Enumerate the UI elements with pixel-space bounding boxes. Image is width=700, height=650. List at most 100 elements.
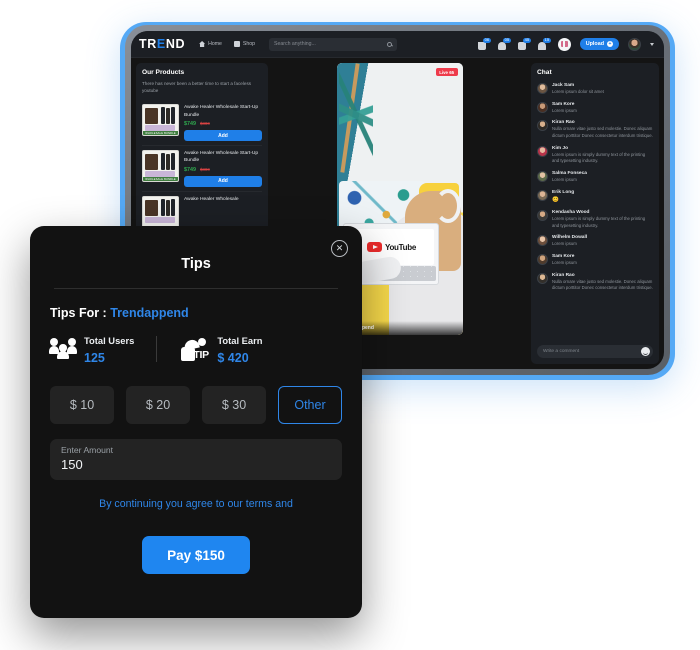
logo-text-before: TR	[139, 37, 157, 51]
enter-amount-value: 150	[61, 457, 83, 472]
tips-modal: ✕ Tips Tips For : Trendappend Total User…	[30, 226, 362, 618]
product-prices: $749 $800	[184, 121, 262, 127]
nav-item-home[interactable]: Home	[199, 41, 222, 47]
chat-message: Erik Long 😊	[537, 187, 653, 208]
nav-item-shop[interactable]: Shop	[233, 41, 255, 47]
gift-icon	[560, 41, 568, 47]
tip-icon-text: TIP	[193, 349, 209, 361]
product-card[interactable]: WHOLESALE BUNDLE Awake Healer Wholesale …	[142, 146, 262, 193]
comment-input[interactable]: Write a comment	[537, 345, 653, 358]
logo-text-accent: E	[156, 37, 166, 51]
products-panel-title: Our Products	[142, 69, 185, 76]
chat-panel: Chat Jack Sam Lorem ipsum dolor sit amet…	[531, 63, 659, 364]
tips-for-value[interactable]: Trendappend	[110, 306, 188, 320]
chat-text: Lorem ipsum is simply dummy text of the …	[552, 216, 646, 228]
favorites-badge: 05	[503, 37, 511, 43]
chat-author: Erik Long	[552, 189, 575, 195]
product-image: WHOLESALE BUNDLE	[142, 150, 179, 183]
chat-message: Kim Jo Lorem ipsum is simply dummy text …	[537, 143, 653, 168]
notifications-button[interactable]: 15	[537, 37, 551, 50]
chat-text: 😊	[552, 196, 559, 203]
chat-message-list[interactable]: Jack Sam Lorem ipsum dolor sit amet Sam …	[537, 80, 653, 345]
product-price-current: $749	[184, 166, 196, 173]
chat-author: Kendasha Wood	[552, 210, 590, 216]
stats-row: Total Users 125 TIP Total Earn $ 420	[49, 331, 342, 367]
comment-input-placeholder: Write a comment	[543, 349, 580, 354]
chat-panel-title: Chat	[537, 69, 552, 76]
chat-author: Kim Jo	[552, 145, 568, 151]
product-card[interactable]: WHOLESALE BUNDLE Awake Healer Wholesale …	[142, 100, 262, 147]
add-to-cart-button[interactable]: Add	[184, 129, 262, 142]
add-to-cart-button[interactable]: Add	[184, 175, 262, 188]
amount-option-other[interactable]: Other	[278, 386, 342, 424]
avatar	[537, 235, 548, 247]
chat-text: Lorem ipsum	[552, 241, 577, 247]
nav-item-home-label: Home	[208, 41, 222, 47]
stats-divider	[156, 336, 158, 362]
product-price-original: $800	[200, 120, 210, 126]
product-price-current: $749	[184, 120, 196, 127]
favorites-button[interactable]: 05	[497, 37, 511, 50]
enter-amount-field[interactable]: Enter Amount 150	[50, 439, 342, 480]
youtube-icon	[367, 241, 383, 253]
chat-text: Lorem ipsum	[552, 107, 577, 113]
shop-icon	[233, 41, 240, 47]
tip-hand-icon: TIP	[181, 337, 209, 361]
chat-author: Wilhelm Dowall	[552, 235, 588, 241]
amount-options: $ 10 $ 20 $ 30 Other	[50, 386, 342, 424]
stat-label: Total Earn	[217, 335, 263, 346]
chat-message: Jack Sam Lorem ipsum dolor sit amet	[537, 80, 653, 99]
brand-logo[interactable]: TR E ND	[139, 37, 185, 51]
palm-leaves-decor	[338, 69, 373, 159]
home-icon	[199, 41, 206, 47]
stat-total-earn: TIP Total Earn $ 420	[181, 331, 263, 367]
product-image-caption: WHOLESALE BUNDLE	[143, 131, 178, 136]
avatar	[537, 254, 548, 266]
messages-button[interactable]: 45	[517, 37, 531, 50]
messages-badge: 45	[523, 37, 531, 43]
terms-link[interactable]: By continuing you agree to our terms and	[50, 498, 342, 510]
smiley-icon[interactable]	[641, 347, 650, 356]
chat-text: Nulla ornare vitae justo sed molestie. D…	[552, 126, 653, 138]
product-info: Awake Healer Wholesale Start-Up Bundle $…	[184, 104, 262, 142]
upload-button[interactable]: Upload +	[579, 38, 619, 50]
chat-message: Kendasha Wood Lorem ipsum is simply dumm…	[537, 207, 653, 232]
product-image-caption: WHOLESALE BUNDLE	[143, 177, 178, 182]
tips-for-label: Tips For :	[50, 306, 107, 320]
stat-total-users: Total Users 125	[49, 331, 134, 367]
product-name: Awake Healer Wholesale Start-Up Bundle	[184, 105, 259, 118]
avatar	[537, 120, 548, 132]
avatar[interactable]	[628, 37, 641, 51]
close-icon[interactable]: ✕	[331, 240, 348, 257]
amount-option-10[interactable]: $ 10	[50, 386, 114, 424]
products-panel-subtitle: There has never been a better time to st…	[142, 81, 252, 94]
search-input[interactable]: Search anything...	[269, 37, 398, 51]
amount-option-20[interactable]: $ 20	[126, 386, 190, 424]
search-placeholder: Search anything...	[274, 41, 316, 47]
chat-text: Nulla ornare vitae justo sed molestie. D…	[552, 278, 653, 291]
pay-button[interactable]: Pay $150	[142, 536, 250, 574]
chat-text: Lorem ipsum	[552, 176, 577, 182]
chat-message: Sam Kore Lorem ipsum	[537, 99, 653, 118]
avatar	[537, 189, 548, 201]
notifications-badge: 15	[543, 37, 551, 43]
chat-text: Lorem ipsum is simply dummy text of the …	[552, 151, 646, 164]
stat-value: 125	[84, 351, 105, 365]
product-price-original: $800	[200, 166, 210, 172]
cart-badge: 06	[483, 37, 491, 43]
chat-text: Lorem ipsum	[552, 260, 577, 266]
gift-button[interactable]	[557, 37, 571, 51]
stat-value: $ 420	[217, 351, 249, 365]
chat-author: Sam Kore	[552, 101, 575, 107]
cart-button[interactable]: 06	[477, 37, 491, 50]
amount-option-30[interactable]: $ 30	[202, 386, 266, 424]
product-name: Awake Healer Wholesale	[184, 197, 239, 203]
chat-author: Kiran Rao	[552, 120, 575, 126]
search-icon	[387, 41, 393, 47]
chevron-down-icon[interactable]	[650, 42, 654, 46]
chat-message: Sam Kore Lorem ipsum	[537, 251, 653, 270]
avatar	[537, 210, 548, 222]
product-info: Awake Healer Wholesale Start-Up Bundle $…	[184, 150, 262, 188]
logo-text-after: ND	[165, 37, 186, 51]
enter-amount-label: Enter Amount	[61, 445, 114, 455]
